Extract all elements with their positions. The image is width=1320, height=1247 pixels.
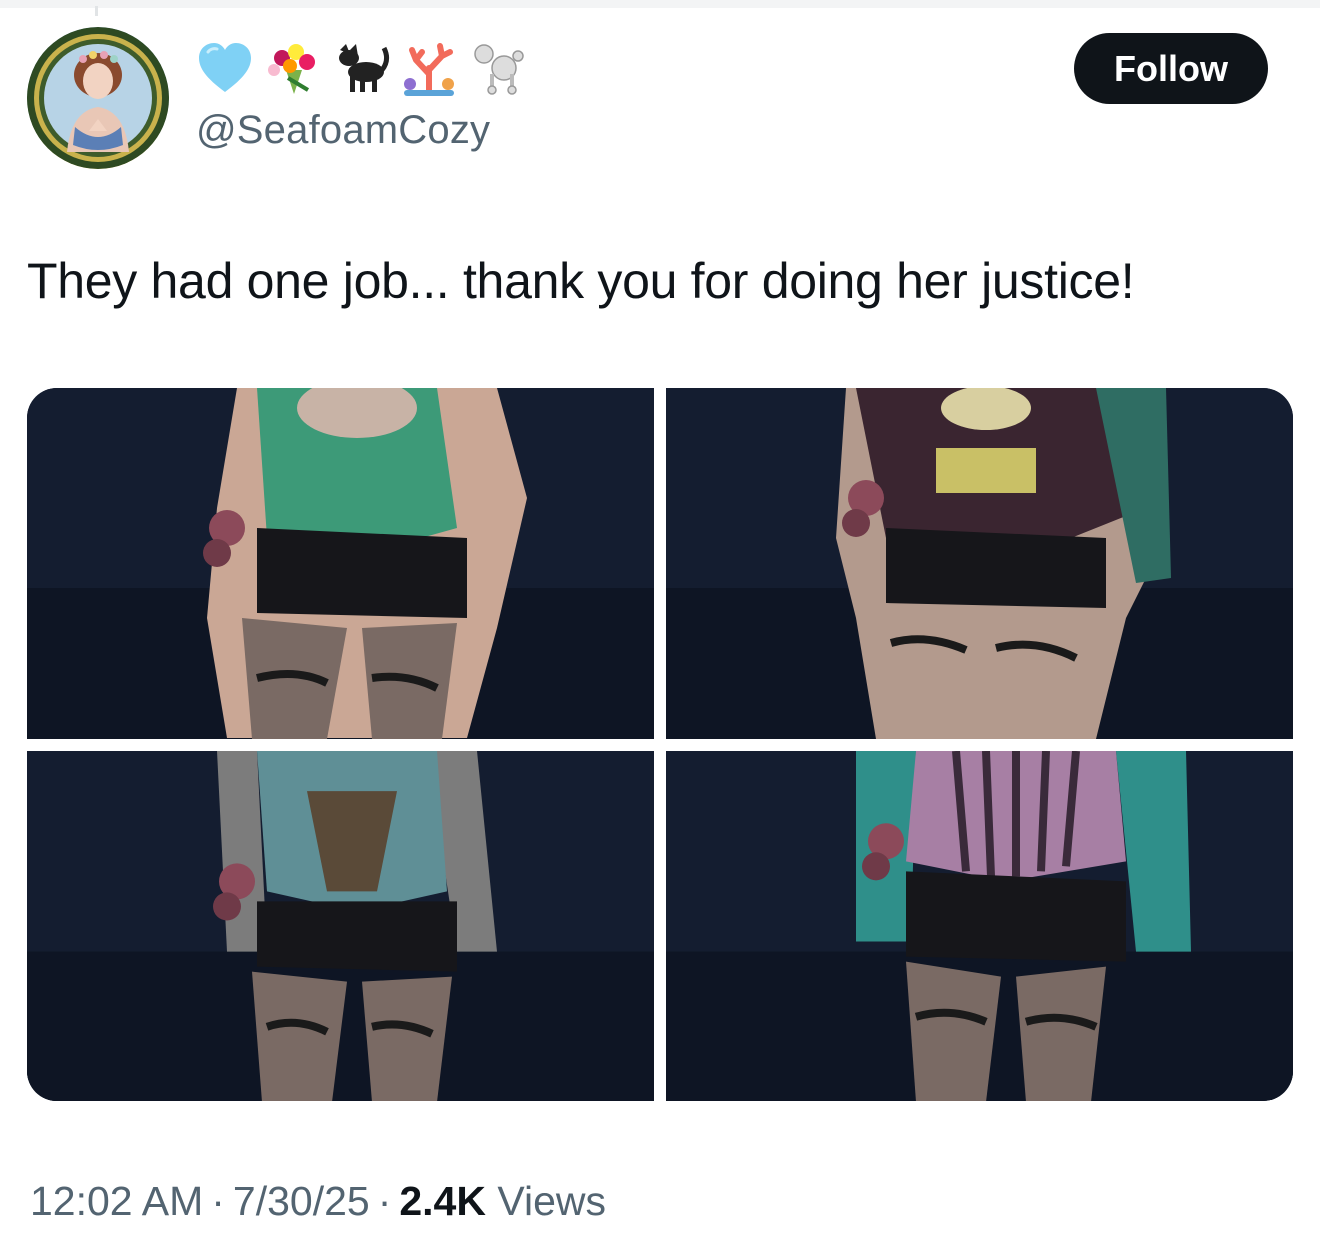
poodle-icon	[474, 44, 524, 95]
media-image[interactable]	[666, 751, 1293, 1101]
strip-tick	[95, 6, 98, 16]
user-handle[interactable]: @SeafoamCozy	[196, 108, 490, 153]
tweet-date[interactable]: 7/30/25	[233, 1178, 370, 1224]
display-name-emojis[interactable]	[196, 38, 526, 100]
follow-button[interactable]: Follow	[1074, 33, 1268, 104]
black-cat-icon	[339, 44, 390, 92]
views-count[interactable]: 2.4K	[399, 1178, 486, 1224]
bouquet-icon	[268, 44, 315, 94]
outfit-photo-1	[27, 388, 654, 739]
light-blue-heart-icon	[199, 43, 251, 92]
media-grid	[27, 388, 1293, 1101]
outfit-photo-3	[27, 751, 654, 1101]
outfit-photo-4	[666, 751, 1293, 1101]
tweet-time[interactable]: 12:02 AM	[30, 1178, 203, 1224]
top-strip	[0, 0, 1320, 16]
media-image[interactable]	[666, 388, 1293, 739]
views-label: Views	[497, 1178, 606, 1224]
tweet-text: They had one job... thank you for doing …	[27, 253, 1135, 309]
separator-dot: ·	[377, 1178, 392, 1224]
avatar-image	[27, 27, 169, 169]
media-image[interactable]	[27, 751, 654, 1101]
separator-dot: ·	[211, 1178, 225, 1224]
media-image[interactable]	[27, 388, 654, 739]
coral-icon	[404, 43, 454, 96]
outfit-photo-2	[666, 388, 1293, 739]
avatar[interactable]	[27, 27, 169, 169]
tweet-meta: 12:02 AM · 7/30/25 · 2.4K Views	[30, 1178, 606, 1225]
